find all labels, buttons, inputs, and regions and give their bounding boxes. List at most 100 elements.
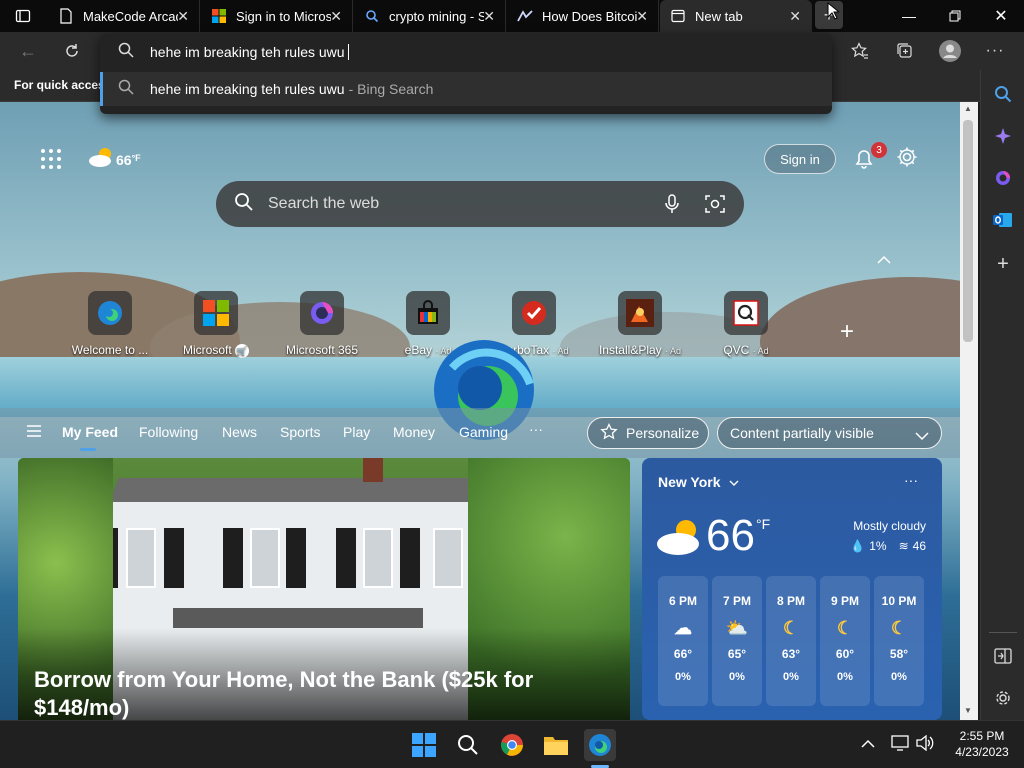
address-input[interactable]: hehe im breaking teh rules uwu [150, 44, 345, 60]
collections-button[interactable] [890, 36, 920, 66]
weather-mini[interactable]: 66 °F [88, 146, 141, 173]
refresh-button[interactable] [57, 36, 87, 66]
collapse-chevron-up-icon[interactable] [877, 252, 891, 268]
scrollbar-thumb[interactable] [963, 120, 973, 342]
quicklink-installplay[interactable]: Install&Play · Ad [590, 291, 690, 357]
network-icon[interactable] [891, 735, 909, 756]
personalize-button[interactable]: Personalize [587, 417, 709, 449]
search-icon [364, 8, 380, 24]
notifications-bell-icon[interactable]: 3 [852, 142, 887, 175]
sidebar-add-button[interactable]: + [989, 250, 1017, 278]
feed-tab-news[interactable]: News [222, 424, 257, 440]
quicklink-label: Microsoft [182, 343, 232, 357]
hero-headline[interactable]: Borrow from Your Home, Not the Bank ($25… [34, 666, 594, 720]
sign-in-button[interactable]: Sign in [764, 144, 836, 174]
feed-tab-money[interactable]: Money [393, 424, 435, 440]
clock-time: 2:55 PM [959, 729, 1005, 743]
visual-search-icon[interactable] [705, 194, 725, 219]
page-settings-icon[interactable] [896, 146, 918, 173]
system-clock[interactable]: 2:55 PM 4/23/2023 [948, 728, 1016, 760]
chevron-down-icon [729, 474, 739, 490]
game-thumbnail-icon [618, 291, 662, 335]
quicklink-label: Microsoft 365 [285, 343, 359, 357]
ad-tag: · Ad [665, 346, 682, 356]
scroll-up-arrow-icon[interactable]: ▲ [964, 104, 972, 113]
weather-more-button[interactable]: ··· [904, 472, 918, 488]
microphone-icon[interactable] [664, 194, 680, 219]
tab-microsoft-signin[interactable]: Sign in to Microsoft ✕ [201, 0, 353, 32]
scroll-down-arrow-icon[interactable]: ▼ [964, 706, 972, 715]
hourly-forecast-item[interactable]: 8 PM ☾ 63° 0% [766, 576, 816, 706]
address-bar[interactable]: hehe im breaking teh rules uwu [100, 34, 832, 70]
tab-actions-icon[interactable] [8, 1, 38, 31]
chrome-icon[interactable] [496, 729, 528, 761]
tab-bitcoin[interactable]: How Does Bitcoin ✕ [507, 0, 659, 32]
weather-location-selector[interactable]: New York [658, 474, 739, 490]
search-suggestion[interactable]: hehe im breaking teh rules uwu - Bing Se… [100, 72, 832, 106]
page-scrollbar[interactable]: ▲ ▼ [960, 102, 978, 720]
back-button[interactable]: ← [13, 36, 43, 66]
sidebar-microsoft365-icon[interactable] [989, 164, 1017, 192]
feed-tab-following[interactable]: Following [139, 424, 198, 440]
tab-new-tab[interactable]: New tab ✕ [660, 0, 812, 32]
hour-time: 9 PM [830, 594, 859, 608]
start-windows-icon[interactable] [408, 729, 440, 761]
favorites-button[interactable] [845, 36, 875, 66]
hour-precip: 0% [675, 671, 691, 683]
suggestion-source: - Bing Search [348, 81, 434, 97]
tab-makecode[interactable]: MakeCode Arcade ✕ [48, 0, 200, 32]
edge-taskbar-icon[interactable] [584, 729, 616, 761]
microsoft-icon [194, 291, 238, 335]
feed-tab-gaming[interactable]: Gaming [459, 424, 508, 440]
content-visibility-dropdown[interactable]: Content partially visible [717, 417, 942, 449]
feed-more-button[interactable]: ··· [529, 421, 543, 437]
apps-launcher-icon[interactable] [40, 148, 62, 175]
close-tab-icon[interactable]: ✕ [789, 8, 801, 25]
weather-location: New York [658, 474, 721, 490]
restore-button[interactable] [932, 0, 978, 32]
feed-menu-icon[interactable] [26, 424, 42, 443]
window [126, 528, 156, 588]
close-tab-icon[interactable]: ✕ [177, 8, 189, 25]
file-explorer-icon[interactable] [540, 729, 572, 761]
ebay-bag-icon [406, 291, 450, 335]
weather-condition: Mostly cloudy [853, 519, 926, 533]
hourly-forecast-item[interactable]: 6 PM ☁ 66° 0% [658, 576, 708, 706]
close-tab-icon[interactable]: ✕ [483, 8, 495, 25]
feed-tab-play[interactable]: Play [343, 424, 370, 440]
suggestion-text: hehe im breaking teh rules uwu [150, 81, 345, 97]
taskbar-search-icon[interactable] [452, 729, 484, 761]
quicklink-microsoft365[interactable]: Microsoft 365 [272, 291, 372, 357]
feed-tab-sports[interactable]: Sports [280, 424, 320, 440]
show-hidden-icons-chevron-up-icon[interactable] [861, 736, 875, 754]
tab-crypto-search[interactable]: crypto mining - Search ✕ [354, 0, 506, 32]
hourly-forecast-item[interactable]: 9 PM ☾ 60° 0% [820, 576, 870, 706]
settings-more-button[interactable]: ··· [980, 36, 1010, 66]
sidebar-copilot-sparkle-icon[interactable] [989, 122, 1017, 150]
sidebar-outlook-icon[interactable] [989, 206, 1017, 234]
quicklink-microsoft[interactable]: Microsoft 🛒 [166, 291, 266, 358]
add-quicklink-button[interactable]: + [840, 318, 854, 346]
close-window-button[interactable]: ✕ [978, 0, 1024, 32]
wind-icon: ≋ [898, 539, 909, 553]
close-tab-icon[interactable]: ✕ [330, 8, 342, 25]
close-tab-icon[interactable]: ✕ [636, 8, 648, 25]
profile-avatar[interactable] [935, 36, 965, 66]
hero-news-card[interactable]: Borrow from Your Home, Not the Bank ($25… [18, 458, 630, 720]
volume-icon[interactable] [916, 734, 934, 756]
sidebar-hide-icon[interactable] [989, 642, 1017, 670]
hourly-forecast-item[interactable]: 10 PM ☾ 58° 0% [874, 576, 924, 706]
feed-tab-my-feed[interactable]: My Feed [62, 424, 118, 440]
turbotax-check-icon [512, 291, 556, 335]
weather-card[interactable]: New York ··· 66 °F Mostly cloudy 💧 1% ≋ … [642, 458, 942, 720]
web-search-box[interactable]: Search the web [216, 181, 744, 227]
quicklink-welcome[interactable]: Welcome to ... [60, 291, 160, 357]
address-bar-dropdown: hehe im breaking teh rules uwu hehe im b… [100, 34, 832, 114]
hour-time: 7 PM [722, 594, 751, 608]
quicklink-qvc[interactable]: QVC · Ad [696, 291, 796, 357]
sidebar-search-icon[interactable] [989, 80, 1017, 108]
hourly-forecast-item[interactable]: 7 PM ⛅ 65° 0% [712, 576, 762, 706]
sidebar-settings-gear-icon[interactable] [989, 684, 1017, 712]
tab-title: crypto mining - Search [389, 8, 484, 24]
minimize-button[interactable]: — [886, 0, 932, 32]
